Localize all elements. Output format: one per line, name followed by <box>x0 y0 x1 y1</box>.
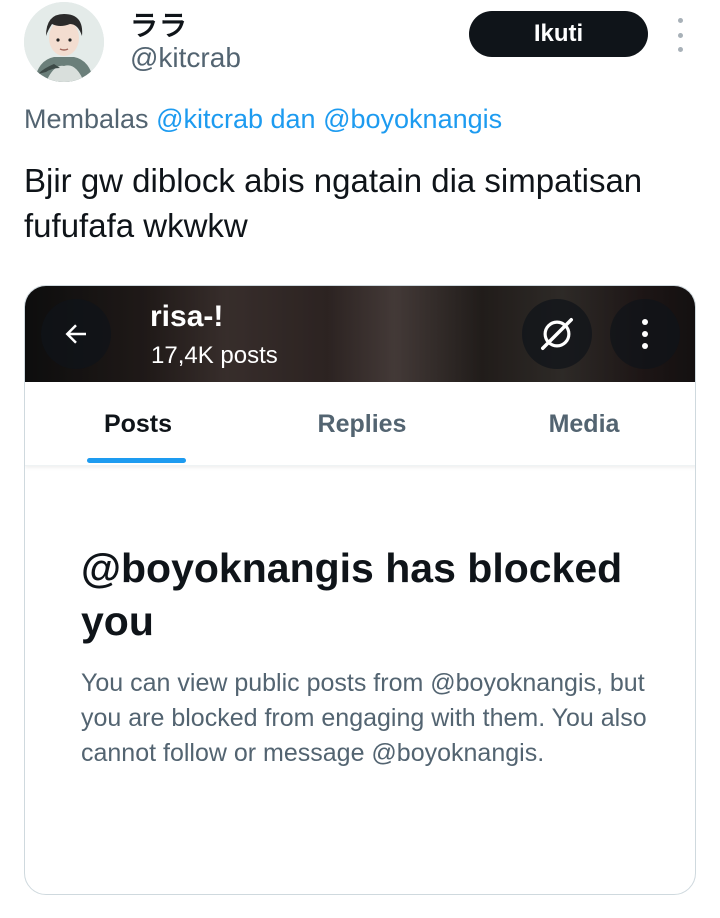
avatar[interactable] <box>24 2 104 82</box>
profile-tabs: Posts Replies Media <box>25 382 695 466</box>
more-vertical-icon <box>642 319 648 349</box>
grok-icon <box>541 318 573 350</box>
profile-banner <box>25 286 695 382</box>
post-count: 17,4K posts <box>151 342 278 369</box>
reply-prefix: Membalas <box>24 104 149 134</box>
tab-replies: Replies <box>317 409 407 438</box>
reply-conjunction[interactable]: dan <box>271 104 316 134</box>
mention-link[interactable]: @boyoknangis <box>323 104 502 134</box>
attached-image[interactable]: risa-! 17,4K posts Posts Replies Media @… <box>24 285 696 895</box>
avatar-illustration <box>24 2 104 82</box>
blocked-description: You can view public posts from @boyoknan… <box>81 669 647 767</box>
author-handle[interactable]: @kitcrab <box>130 42 241 74</box>
tab-media: Media <box>548 409 620 438</box>
dot <box>677 18 683 23</box>
grok-button <box>522 299 592 369</box>
dot <box>677 47 683 52</box>
profile-name: risa-! <box>150 300 224 333</box>
mention-link[interactable]: @kitcrab <box>156 104 263 134</box>
reply-context: Membalas @kitcrab dan @boyoknangis <box>24 104 502 135</box>
tweet-text: Bjir gw diblock abis ngatain dia simpati… <box>24 162 643 244</box>
follow-button[interactable]: Ikuti <box>469 11 648 57</box>
back-button <box>41 299 111 369</box>
blocked-title: @boyoknangis has blocked you <box>81 545 623 644</box>
arrow-left-icon <box>65 324 86 344</box>
profile-more-button <box>610 299 680 369</box>
author-display-name[interactable]: ララ <box>130 4 188 44</box>
more-icon[interactable] <box>670 18 690 52</box>
tab-posts: Posts <box>103 409 173 438</box>
active-tab-indicator <box>87 458 186 463</box>
dot <box>677 32 683 38</box>
